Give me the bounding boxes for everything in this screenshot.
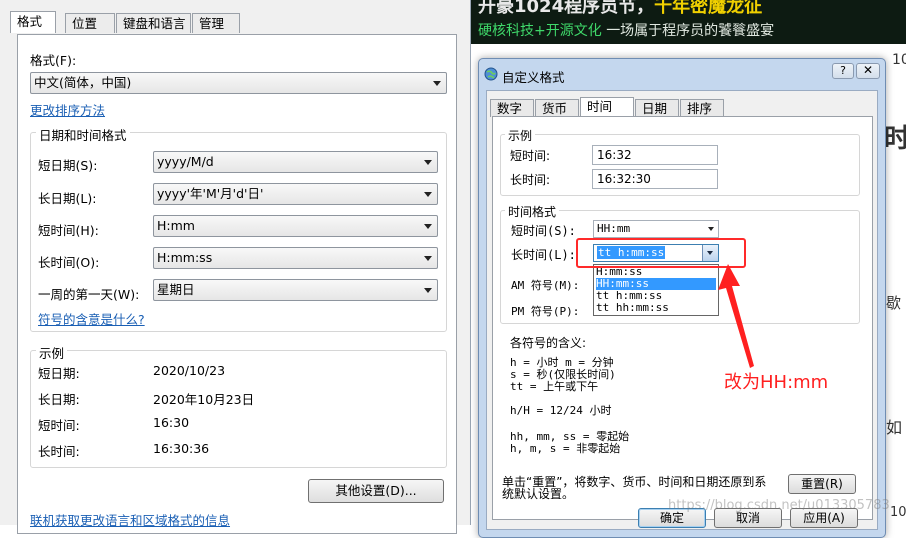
watermark: https://blog.csdn.net/u013305783 bbox=[668, 498, 890, 513]
tab-sort[interactable]: 排序 bbox=[680, 99, 724, 117]
banner-headline: 开豪1024程序员节，千年密魔龙征 bbox=[478, 0, 762, 18]
example-short-date-label: 短日期: bbox=[38, 366, 80, 381]
example-long-date-value: 2020年10月23日 bbox=[153, 392, 255, 407]
short-time-format-value: HH:mm bbox=[597, 222, 631, 235]
example-long-time-field: 16:32:30 bbox=[592, 169, 718, 189]
other-settings-button[interactable]: 其他设置(D)... bbox=[308, 479, 444, 503]
legend-line: s = 秒(仅限长时间) bbox=[510, 368, 616, 381]
chevron-down-icon bbox=[433, 81, 441, 86]
reset-note-line-2: 统默认设置。 bbox=[502, 487, 575, 501]
am-symbol-label: AM 符号(M): bbox=[511, 279, 580, 292]
short-date-label: 短日期(S): bbox=[38, 158, 98, 173]
tab-format[interactable]: 格式 bbox=[10, 11, 56, 33]
long-date-select[interactable]: yyyy'年'M'月'd'日' bbox=[153, 183, 438, 205]
page-snippet: 10 bbox=[892, 52, 906, 68]
short-time-format-select[interactable]: HH:mm bbox=[593, 220, 719, 238]
legend-title: 各符号的含义: bbox=[510, 336, 587, 350]
example-short-time-field: 16:32 bbox=[592, 145, 718, 165]
page-snippet: 时 bbox=[884, 124, 906, 154]
long-date-label: 长日期(L): bbox=[38, 191, 97, 206]
long-time-label: 长时间(O): bbox=[38, 255, 100, 270]
example-short-time-value: 16:30 bbox=[153, 415, 190, 430]
first-day-select[interactable]: 星期日 bbox=[153, 279, 438, 301]
example-long-date-label: 长日期: bbox=[38, 392, 80, 407]
chevron-down-icon bbox=[708, 227, 714, 231]
example-group-title: 示例 bbox=[36, 343, 68, 362]
page-snippet: 歇 bbox=[886, 294, 902, 312]
legend-line: h = 小时 m = 分钟 bbox=[510, 356, 614, 369]
tab-number[interactable]: 数字 bbox=[490, 99, 534, 117]
long-date-value: yyyy'年'M'月'd'日' bbox=[157, 186, 264, 201]
short-time-value: H:mm bbox=[157, 218, 195, 233]
short-date-value: yyyy/M/d bbox=[157, 154, 214, 169]
legend-line: h, m, s = 非零起始 bbox=[510, 442, 621, 455]
example-short-time-label: 短时间: bbox=[38, 418, 80, 433]
close-button[interactable]: ✕ bbox=[856, 63, 880, 79]
datetime-format-group-title: 日期和时间格式 bbox=[36, 125, 130, 144]
pm-symbol-label: PM 符号(P): bbox=[511, 305, 580, 318]
reset-button[interactable]: 重置(R) bbox=[788, 474, 856, 494]
short-time-select[interactable]: H:mm bbox=[153, 215, 438, 237]
tab-date[interactable]: 日期 bbox=[635, 99, 679, 117]
tab-currency[interactable]: 货币 bbox=[535, 99, 579, 117]
example-long-time-value: 16:30:36 bbox=[153, 441, 210, 456]
short-date-select[interactable]: yyyy/M/d bbox=[153, 151, 438, 173]
long-time-combo-label: 长时间(L): bbox=[511, 248, 576, 262]
tab-administrative[interactable]: 管理 bbox=[192, 13, 240, 33]
legend-line: hh, mm, ss = 零起始 bbox=[510, 430, 630, 443]
tab-time[interactable]: 时间 bbox=[580, 97, 634, 117]
symbol-meaning-link[interactable]: 符号的含意是什么? bbox=[38, 309, 145, 328]
page-snippet: 10 bbox=[890, 505, 906, 520]
example-long-time-label: 长时间: bbox=[510, 173, 551, 187]
time-format-group-title: 时间格式 bbox=[505, 203, 560, 220]
dropdown-option[interactable]: tt hh:mm:ss bbox=[596, 302, 716, 314]
banner-headline-part-2: 千年密魔龙征 bbox=[654, 0, 763, 17]
first-day-label: 一周的第一天(W): bbox=[38, 287, 140, 302]
format-select-value: 中文(简体，中国) bbox=[34, 75, 132, 90]
annotation-arrow-icon bbox=[718, 264, 754, 368]
format-select[interactable]: 中文(简体，中国) bbox=[30, 72, 447, 94]
short-time-label: 短时间(H): bbox=[38, 223, 99, 238]
banner-headline-part-1: 开豪1024程序员节， bbox=[478, 0, 655, 17]
banner-subline-part-2: 一场属于程序员的饕餮盛宴 bbox=[606, 23, 775, 39]
dialog-title: 自定义格式 bbox=[502, 70, 565, 85]
example-group bbox=[30, 350, 447, 468]
example-long-time-label: 长时间: bbox=[38, 444, 80, 459]
chevron-down-icon bbox=[424, 224, 432, 229]
example-short-date-value: 2020/10/23 bbox=[153, 363, 226, 378]
tab-keyboard-language[interactable]: 键盘和语言 bbox=[116, 13, 191, 33]
chevron-down-icon bbox=[424, 192, 432, 197]
banner-subline-part-1: 硬核科技+开源文化 bbox=[478, 23, 602, 39]
short-time-combo-label: 短时间(S): bbox=[511, 224, 576, 238]
chevron-down-icon bbox=[424, 256, 432, 261]
long-time-dropdown-list: H:mm:ss HH:mm:ss tt h:mm:ss tt hh:mm:ss bbox=[593, 264, 719, 316]
banner-subline: 硬核科技+开源文化 一场属于程序员的饕餮盛宴 bbox=[478, 20, 774, 40]
format-label: 格式(F): bbox=[30, 53, 77, 68]
change-sort-link[interactable]: 更改排序方法 bbox=[30, 100, 105, 119]
long-time-value: H:mm:ss bbox=[157, 250, 213, 265]
example-short-time-label: 短时间: bbox=[510, 149, 551, 163]
globe-icon bbox=[484, 67, 498, 81]
help-button[interactable]: ? bbox=[832, 63, 854, 79]
legend-line: h/H = 12/24 小时 bbox=[510, 404, 612, 417]
dialog-example-title: 示例 bbox=[505, 127, 536, 144]
tab-location[interactable]: 位置 bbox=[65, 13, 115, 33]
online-info-link[interactable]: 联机获取更改语言和区域格式的信息 bbox=[30, 510, 230, 529]
page-snippet: 如 bbox=[886, 418, 903, 437]
long-time-select[interactable]: H:mm:ss bbox=[153, 247, 438, 269]
annotation-text: 改为HH:mm bbox=[724, 372, 829, 393]
chevron-down-icon bbox=[424, 160, 432, 165]
legend-line: tt = 上午或下午 bbox=[510, 380, 599, 393]
first-day-value: 星期日 bbox=[157, 282, 195, 297]
chevron-down-icon bbox=[424, 288, 432, 293]
